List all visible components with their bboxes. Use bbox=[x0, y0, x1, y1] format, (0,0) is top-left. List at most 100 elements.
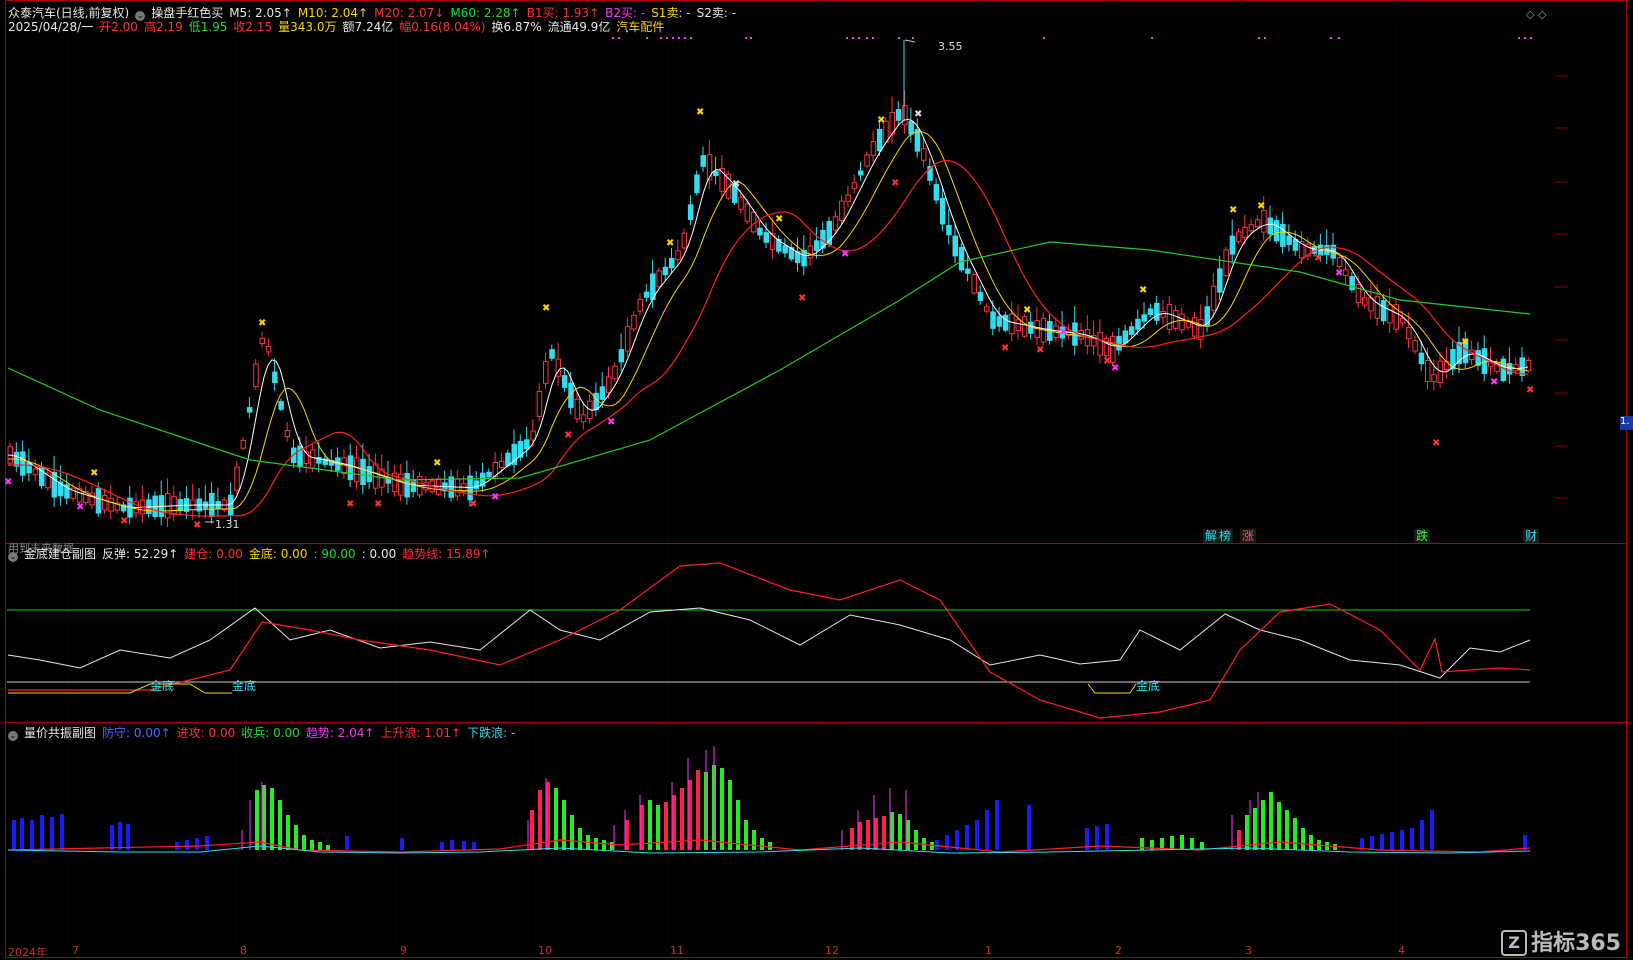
volume-bar bbox=[294, 825, 298, 850]
candle-body bbox=[1286, 235, 1292, 245]
signal-cross-icon: ✖ bbox=[798, 293, 806, 304]
candle-body bbox=[656, 270, 662, 288]
header-item-text: 汽车配件 bbox=[616, 20, 665, 34]
signal-cross-icon: ✖ bbox=[564, 430, 572, 441]
signal-cross-icon: ✖ bbox=[607, 417, 615, 428]
header-item[interactable]: ⌄ 量价共振副图 bbox=[8, 726, 97, 741]
candle-body bbox=[1399, 317, 1406, 324]
indicator-menu-icon[interactable]: ⌄ bbox=[8, 731, 18, 741]
candle-body bbox=[1374, 296, 1381, 319]
signal-cross-icon: ✖ bbox=[775, 214, 783, 225]
candle-body bbox=[574, 398, 580, 420]
volume-bar bbox=[752, 830, 756, 850]
signal-cross-icon: ✖ bbox=[891, 178, 899, 189]
x-axis-label: 8 bbox=[240, 944, 247, 957]
signal-dot bbox=[612, 37, 614, 39]
candle-body bbox=[763, 232, 769, 243]
candle-body bbox=[1525, 360, 1532, 372]
signal-cross-icon: ✖ bbox=[469, 499, 477, 510]
header-item[interactable]: ⌄ 操盘手红色买 bbox=[135, 6, 223, 21]
volume-bar bbox=[286, 815, 290, 850]
candle-body bbox=[996, 316, 1003, 327]
candle-body bbox=[108, 497, 114, 512]
header-item: 收2.15 bbox=[233, 20, 272, 34]
volume-bar bbox=[1261, 800, 1265, 850]
signal-dot bbox=[1258, 37, 1260, 39]
candle-body bbox=[700, 155, 706, 167]
candle-body bbox=[1236, 231, 1242, 243]
x-axis-label: 4 bbox=[1398, 944, 1405, 957]
signal-cross-icon: ✖ bbox=[841, 249, 849, 260]
header-item: : 0.00 bbox=[362, 547, 397, 561]
signal-cross-icon: ✖ bbox=[877, 115, 885, 126]
candle-body bbox=[524, 439, 530, 450]
event-tag[interactable]: 涨 bbox=[1240, 529, 1257, 543]
signal-cross-icon: ✖ bbox=[1229, 205, 1237, 216]
signal-cross-icon: ✖ bbox=[1314, 253, 1322, 264]
signal-cross-icon: ✖ bbox=[1139, 285, 1147, 296]
signal-cross-icon: ✖ bbox=[1335, 268, 1343, 279]
header-item-text: 众泰汽车(日线,前复权) bbox=[8, 6, 130, 20]
header-item: 汽车配件 bbox=[616, 20, 664, 34]
candle-body bbox=[858, 170, 864, 176]
candle-body bbox=[1292, 238, 1299, 251]
volume-bar bbox=[882, 816, 886, 850]
volume-bar bbox=[60, 814, 64, 850]
header-item-text: 上升浪: 1.01↑ bbox=[380, 726, 462, 740]
candle-body bbox=[895, 109, 902, 121]
candle-body bbox=[1380, 300, 1387, 322]
candle-body bbox=[1248, 224, 1255, 232]
candle-body bbox=[606, 376, 612, 393]
event-tag[interactable]: 财 bbox=[1523, 529, 1540, 543]
signal-dot bbox=[1151, 37, 1153, 39]
signal-cross-icon: ✖ bbox=[1023, 305, 1031, 316]
candle-body bbox=[845, 194, 851, 202]
header-item-text: 防守: 0.00↑ bbox=[102, 726, 171, 740]
panel-collapse-icon[interactable]: ◇ ◇ bbox=[1526, 8, 1546, 21]
header-item: B1买: 1.93↑ bbox=[527, 6, 600, 20]
signal-cross-icon: ✖ bbox=[696, 107, 704, 118]
candle-body bbox=[309, 449, 316, 469]
jindi-marker: 金底 bbox=[1136, 679, 1161, 693]
volume-bar bbox=[1285, 810, 1289, 850]
header-item-text: 量价共振副图 bbox=[24, 726, 97, 740]
candle-body bbox=[1254, 219, 1261, 228]
volume-bar bbox=[1237, 830, 1241, 850]
header-item-text: M5: 2.05↑ bbox=[229, 6, 292, 20]
signal-cross-icon: ✖ bbox=[1526, 385, 1534, 396]
ma5-line bbox=[7, 118, 1529, 508]
signal-dot bbox=[750, 37, 752, 39]
signal-cross-icon: ✖ bbox=[1432, 438, 1440, 449]
header-item-text: M20: 2.07↓ bbox=[374, 6, 445, 20]
signal-cross-icon: ✖ bbox=[1257, 201, 1265, 212]
volume-bar bbox=[345, 836, 349, 850]
candle-body bbox=[347, 455, 354, 481]
signal-dot bbox=[866, 37, 868, 39]
candle-body bbox=[354, 457, 360, 483]
candle-body bbox=[1002, 314, 1009, 331]
header-item-text: 金底: 0.00 bbox=[248, 547, 308, 561]
header-item: 流通49.9亿 bbox=[548, 20, 611, 34]
volume-bar bbox=[696, 770, 700, 850]
header-item-text: 量343.0万 bbox=[278, 20, 337, 34]
candle-body bbox=[1021, 316, 1028, 337]
volume-bar bbox=[625, 820, 629, 850]
event-tag[interactable]: 跌 bbox=[1414, 529, 1431, 543]
header-item: 上升浪: 1.01↑ bbox=[380, 726, 461, 740]
volume-bar bbox=[126, 824, 130, 850]
candle-body bbox=[933, 184, 940, 201]
signal-dot bbox=[660, 37, 662, 39]
candle-body bbox=[1179, 313, 1185, 331]
header-item: 2025/04/28/一 bbox=[8, 20, 93, 34]
header-item-text: 换6.87% bbox=[491, 20, 542, 34]
event-tag[interactable]: 榜 bbox=[1217, 529, 1234, 543]
header-item[interactable]: ⌄ 金底建仓副图 bbox=[8, 547, 96, 562]
candle-body bbox=[366, 466, 373, 483]
candle-body bbox=[1500, 358, 1507, 382]
kline-chart-canvas[interactable]: ✖✖✖✖✖✖✖✖✖ ✖✖✖✖✖✖✖ ✖✖ ✖ ✖✖✖✖✖ ✖✖✖✖✖✖✖✖✖✖✖✖✖✖ bbox=[0, 0, 1633, 960]
candle-body bbox=[543, 361, 549, 384]
indicator-menu-icon[interactable]: ⌄ bbox=[8, 552, 18, 562]
volume-bar bbox=[255, 790, 259, 850]
candle-body bbox=[278, 401, 284, 410]
signal-dot bbox=[666, 37, 668, 39]
